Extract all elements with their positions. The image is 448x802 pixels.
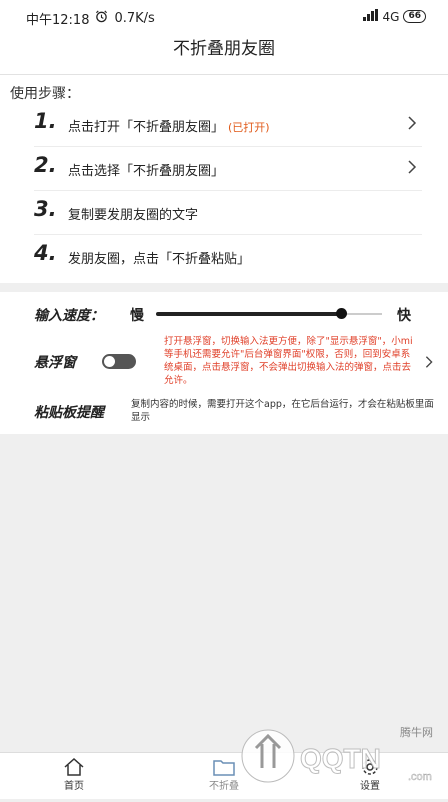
battery-indicator: 66 — [403, 10, 426, 23]
tab-label: 不折叠 — [209, 781, 239, 792]
float-window-label: 悬浮窗 — [34, 355, 76, 371]
float-window-note[interactable]: 打开悬浮窗，切换输入法更方便，除了"显示悬浮窗"，小mi等手机还需要允许"后台弹… — [164, 335, 418, 387]
page-title: 不折叠朋友圈 — [173, 39, 275, 59]
tab-label: 设置 — [360, 781, 380, 792]
network-speed: 0.7K/s — [114, 11, 155, 26]
step-text: 发朋友圈，点击「不折叠粘贴」 — [68, 252, 251, 267]
step-number: 3. — [34, 197, 57, 221]
step-3: 3. 复制要发朋友圈的文字 — [0, 191, 448, 235]
step-number: 4. — [34, 241, 57, 265]
chevron-right-icon — [408, 116, 417, 130]
steps-heading: 使用步骤： — [10, 86, 80, 102]
tab-unfold[interactable]: 不折叠 — [184, 755, 264, 792]
step-number: 1. — [34, 109, 57, 133]
chevron-right-icon[interactable] — [422, 354, 436, 370]
settings-panel: 输入速度： 慢 快 悬浮窗 打开悬浮窗，切换输入法更方便，除了"显示悬浮窗"，小… — [0, 292, 448, 434]
speed-label: 输入速度： — [34, 308, 104, 324]
step-text: 点击打开「不折叠朋友圈」 (已打开) — [68, 120, 270, 135]
step-text: 点击选择「不折叠朋友圈」 — [68, 164, 225, 179]
title-bar: 不折叠朋友圈 — [0, 34, 448, 75]
speed-slider-fill[interactable] — [156, 312, 341, 316]
toggle-knob — [104, 356, 115, 367]
home-icon — [64, 757, 84, 776]
steps-panel: 使用步骤： 1. 点击打开「不折叠朋友圈」 (已打开) 2. 点击选择「不折叠朋友… — [0, 75, 448, 283]
slow-label: 慢 — [130, 308, 144, 324]
bottom-tab-bar: 首页 不折叠 设置 — [0, 752, 448, 799]
folder-icon — [213, 760, 235, 776]
tab-home[interactable]: 首页 — [34, 755, 114, 792]
clipboard-reminder-label: 粘贴板提醒 — [34, 405, 104, 421]
chevron-right-icon — [408, 160, 417, 174]
status-time: 中午12:18 — [26, 13, 90, 28]
signal-icon — [362, 9, 379, 24]
status-bar: 中午12:18 0.7K/s 4G 66 — [0, 0, 448, 34]
network-type: 4G — [382, 9, 400, 24]
clipboard-reminder-note: 复制内容的时候，需要打开这个app，在它后台运行，才会在粘贴板里面显示 — [131, 399, 434, 423]
step-2[interactable]: 2. 点击选择「不折叠朋友圈」 — [0, 147, 448, 191]
step-4: 4. 发朋友圈，点击「不折叠粘贴」 — [0, 235, 448, 279]
tab-settings[interactable]: 设置 — [330, 755, 410, 792]
step-1[interactable]: 1. 点击打开「不折叠朋友圈」 (已打开) — [0, 103, 448, 147]
step-status-tag: (已打开) — [228, 121, 270, 134]
float-window-toggle[interactable] — [102, 354, 136, 369]
alarm-clock-icon — [95, 10, 108, 27]
speed-slider-track[interactable] — [341, 313, 382, 315]
tab-label: 首页 — [64, 781, 84, 792]
step-text: 复制要发朋友圈的文字 — [68, 208, 199, 223]
gear-icon — [362, 759, 378, 775]
fast-label: 快 — [397, 308, 411, 324]
speed-slider-thumb[interactable] — [336, 308, 347, 319]
svg-text:腾牛网: 腾牛网 — [400, 725, 433, 739]
step-number: 2. — [34, 153, 57, 177]
